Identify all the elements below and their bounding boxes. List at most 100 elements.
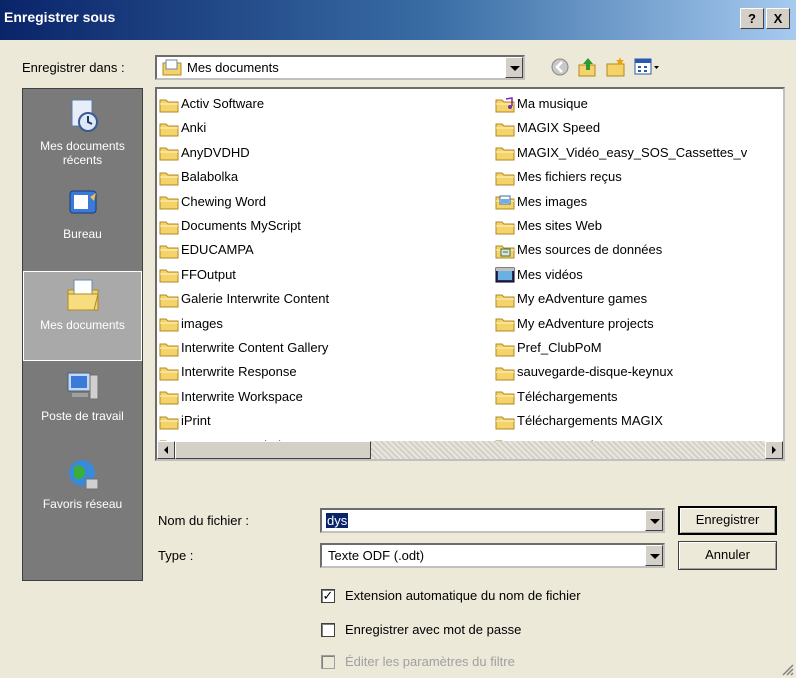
- network-places-icon: [68, 460, 98, 490]
- folder-item[interactable]: Téléchargements MAGIX: [495, 412, 663, 436]
- place-label: Poste de travail: [41, 409, 124, 423]
- folder-icon: [159, 147, 179, 161]
- folder-item[interactable]: MAGIX Speed: [495, 119, 600, 143]
- folder-name: Téléchargements MAGIX: [517, 413, 663, 429]
- folder-name: MAGIX_Vidéo_easy_SOS_Cassettes_v: [517, 144, 748, 160]
- title-bar: Enregistrer sous ? X: [0, 0, 796, 40]
- folder-icon: [159, 343, 179, 357]
- cancel-button[interactable]: Annuler: [678, 541, 777, 570]
- folder-item[interactable]: Pref_ClubPoM: [495, 339, 602, 363]
- folder-item[interactable]: Mes vidéos: [495, 266, 583, 290]
- my-documents-icon: [67, 279, 99, 311]
- folder-item[interactable]: Chewing Word: [159, 193, 266, 217]
- folder-item[interactable]: Activ Software: [159, 95, 264, 119]
- folder-icon: [495, 343, 515, 357]
- filter-settings-label: Éditer les paramètres du filtre: [345, 654, 515, 669]
- folder-item[interactable]: Mes sources de données: [495, 241, 662, 265]
- desktop-icon: [69, 190, 96, 214]
- place-label: Bureau: [63, 227, 102, 241]
- folder-name: images: [181, 315, 223, 331]
- view-menu-icon[interactable]: [633, 56, 661, 78]
- folder-item[interactable]: images: [159, 315, 223, 339]
- folder-icon: [159, 416, 179, 430]
- folder-item[interactable]: sauvegarde-disque-keynux: [495, 363, 673, 387]
- password-label: Enregistrer avec mot de passe: [345, 622, 522, 637]
- folder-item[interactable]: Interwrite Workspace: [159, 388, 303, 412]
- recent-documents-icon: [71, 99, 98, 132]
- place-my-computer[interactable]: Poste de travail: [23, 363, 142, 453]
- folder-item[interactable]: MAGIX_Vidéo_easy_SOS_Cassettes_v: [495, 144, 747, 168]
- folder-item[interactable]: My eAdventure games: [495, 290, 647, 314]
- folder-icon: [159, 318, 179, 332]
- window-title: Enregistrer sous: [4, 9, 116, 25]
- place-recent-documents[interactable]: Mes documents récents: [23, 93, 142, 183]
- folder-item[interactable]: Interwrite Content Gallery: [159, 339, 328, 363]
- folder-name: Mes sites Web: [517, 218, 603, 233]
- close-button[interactable]: X: [766, 8, 790, 29]
- folder-name: My eAdventure games: [517, 291, 648, 307]
- folder-icon: [495, 172, 515, 186]
- folder-name: Interwrite Content Gallery: [181, 340, 329, 355]
- place-label: Mes documents récents: [40, 139, 125, 167]
- password-checkbox[interactable]: [321, 623, 335, 637]
- images-folder-icon: [495, 195, 515, 210]
- auto-extension-label: Extension automatique du nom de fichier: [345, 588, 581, 603]
- folder-name: Ma musique: [517, 96, 588, 111]
- folder-name: Interwrite Workspace: [181, 388, 303, 404]
- help-button[interactable]: ?: [740, 8, 764, 29]
- folder-item[interactable]: Mes images: [495, 193, 587, 217]
- filetype-select[interactable]: Texte ODF (.odt): [320, 543, 665, 568]
- folder-icon: [159, 196, 179, 210]
- folder-icon: [159, 221, 179, 235]
- new-folder-icon[interactable]: [605, 56, 627, 78]
- folder-item[interactable]: Ma musique: [495, 95, 588, 119]
- auto-extension-checkbox[interactable]: ✓: [321, 589, 335, 603]
- folder-item[interactable]: My eAdventure projects: [495, 315, 654, 339]
- my-documents-icon: [162, 59, 182, 76]
- place-my-documents[interactable]: Mes documents: [23, 271, 142, 361]
- folder-icon: [495, 318, 515, 332]
- place-desktop[interactable]: Bureau: [23, 181, 142, 271]
- datasource-folder-icon: [495, 245, 515, 259]
- folder-item[interactable]: Mes fichiers reçus: [495, 168, 622, 192]
- folder-item[interactable]: Téléchargements: [495, 388, 617, 412]
- chevron-down-icon[interactable]: [505, 57, 523, 78]
- scroll-right-button[interactable]: [765, 441, 783, 459]
- filename-input[interactable]: dys: [320, 508, 665, 533]
- file-list[interactable]: Activ Software Anki AnyDVDHD Balabolka Chewi…: [155, 87, 785, 461]
- folder-item[interactable]: FFOutput: [159, 266, 236, 290]
- scroll-thumb[interactable]: [175, 441, 371, 459]
- resize-grip-icon[interactable]: [780, 662, 794, 676]
- folder-name: Téléchargements: [517, 388, 618, 404]
- chevron-down-icon[interactable]: [645, 545, 663, 566]
- folder-item[interactable]: Documents MyScript: [159, 217, 301, 241]
- filetype-label: Type :: [158, 548, 194, 563]
- chevron-down-icon[interactable]: [645, 510, 663, 531]
- place-network[interactable]: Favoris réseau: [23, 451, 142, 541]
- folder-icon: [159, 99, 179, 113]
- save-button[interactable]: Enregistrer: [678, 506, 777, 535]
- folder-item[interactable]: Galerie Interwrite Content: [159, 290, 329, 314]
- back-icon[interactable]: [549, 56, 571, 78]
- up-folder-icon[interactable]: [577, 56, 599, 78]
- horizontal-scrollbar[interactable]: [157, 441, 783, 459]
- folder-item[interactable]: AnyDVDHD: [159, 144, 250, 168]
- folder-icon: [495, 123, 515, 137]
- save-in-combo[interactable]: Mes documents: [155, 55, 525, 80]
- folder-item[interactable]: EDUCAMPA: [159, 241, 254, 265]
- folder-item[interactable]: Anki: [159, 119, 206, 143]
- folder-icon: [159, 123, 179, 137]
- folder-name: Documents MyScript: [181, 218, 301, 233]
- folder-item[interactable]: Balabolka: [159, 168, 238, 192]
- scroll-left-button[interactable]: [157, 441, 175, 459]
- folder-icon: [159, 294, 179, 308]
- folder-icon: [495, 147, 515, 161]
- folder-item[interactable]: iPrint: [159, 412, 211, 436]
- arrow-right-icon: [772, 446, 776, 454]
- folder-name: Anki: [181, 120, 207, 136]
- folder-icon: [495, 391, 515, 405]
- folder-name: EDUCAMPA: [181, 242, 254, 258]
- folder-item[interactable]: Interwrite Response: [159, 363, 297, 387]
- folder-name: Mes fichiers reçus: [517, 169, 622, 185]
- folder-item[interactable]: Mes sites Web: [495, 217, 602, 241]
